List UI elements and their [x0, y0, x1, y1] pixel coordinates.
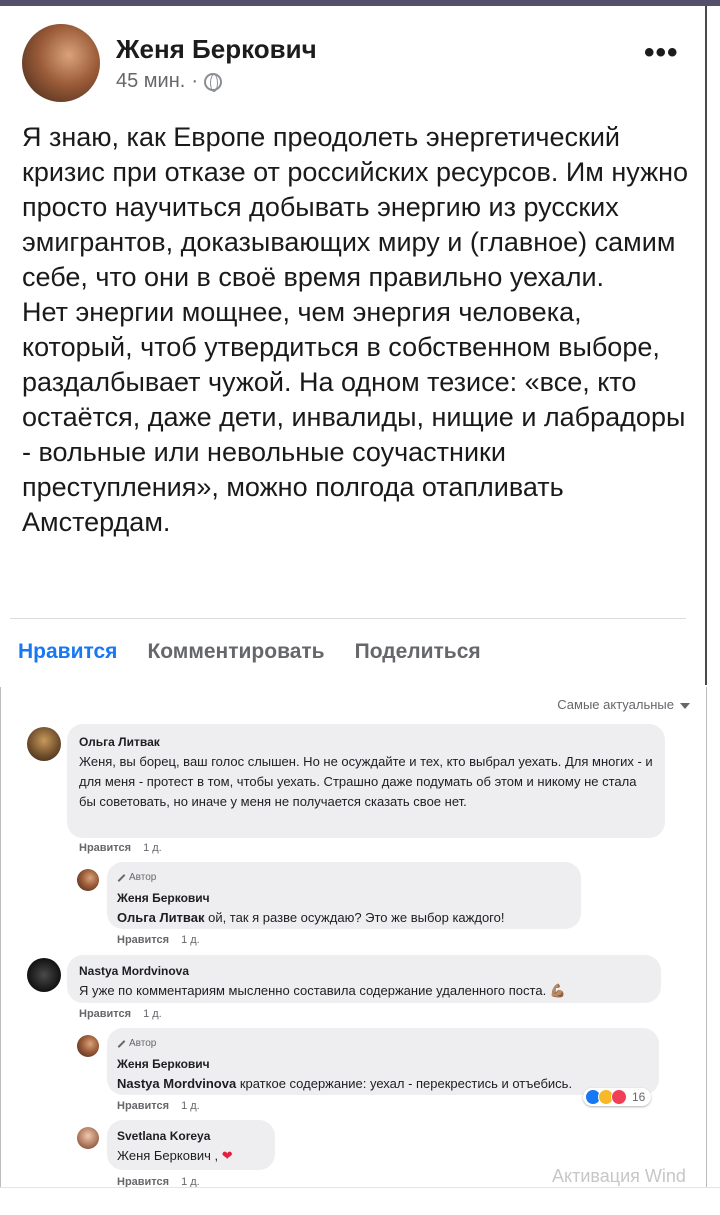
comment-author[interactable]: Ольга Литвак [79, 732, 653, 752]
comment-button[interactable]: Комментировать [147, 640, 324, 664]
comment-author[interactable]: Svetlana Koreya [117, 1126, 265, 1146]
comment-text-body: краткое содержание: уехал - перекрестись… [236, 1076, 573, 1091]
reply-bubble: Svetlana Koreya Женя Беркович , ❤ [107, 1120, 275, 1170]
avatar[interactable] [77, 1127, 99, 1149]
reactions-summary[interactable]: 16 [583, 1088, 652, 1106]
comment-like-button[interactable]: Нравится [79, 842, 131, 854]
comment-bubble: Ольга Литвак Женя, вы борец, ваш голос с… [67, 724, 665, 838]
mention-link[interactable]: Ольга Литвак [117, 910, 204, 925]
comment-text: Nastya Mordvinova краткое содержание: уе… [117, 1074, 649, 1094]
comment-like-button[interactable]: Нравится [117, 934, 169, 946]
comment-meta: Нравится 1 д. [117, 934, 200, 946]
reply-bubble: Автор Женя Беркович Nastya Mordvinova кр… [107, 1028, 659, 1095]
comment-text: Женя Беркович , ❤ [117, 1146, 265, 1166]
post-actions: Нравится Комментировать Поделиться [18, 640, 481, 664]
more-options-icon[interactable]: ••• [644, 36, 679, 70]
comment-bubble: Nastya Mordvinova Я уже по комментариям … [67, 955, 661, 1003]
mention-link[interactable]: Nastya Mordvinova [117, 1076, 236, 1091]
comment-age[interactable]: 1 д. [181, 934, 200, 946]
bottom-strip [0, 1187, 720, 1215]
comment-age[interactable]: 1 д. [181, 1100, 200, 1112]
post-paragraph: Я знаю, как Европе преодолеть энергетиче… [22, 122, 689, 292]
comment-text-body: , [210, 1148, 222, 1163]
comment-age[interactable]: 1 д. [143, 1008, 162, 1020]
comment-text-body: Я уже по комментариям мысленно составила… [79, 983, 547, 998]
comment-meta: Нравится 1 д. [117, 1100, 200, 1112]
share-button[interactable]: Поделиться [355, 640, 481, 664]
avatar[interactable] [27, 958, 61, 992]
comment-author[interactable]: Женя Беркович [117, 888, 571, 908]
like-button[interactable]: Нравится [18, 640, 117, 664]
comment-meta: Нравится 1 д. [79, 842, 162, 854]
globe-icon [204, 72, 222, 92]
reactions-count: 16 [632, 1090, 646, 1104]
activation-watermark: Активация Wind [552, 1166, 686, 1186]
post-paragraph: Нет энергии мощнее, чем энергия человека… [22, 297, 686, 537]
sort-label: Самые актуальные [557, 697, 674, 712]
comments-sort-dropdown[interactable]: Самые актуальные [557, 697, 690, 712]
comments-section: Самые актуальные Ольга Литвак Женя, вы б… [0, 687, 707, 1188]
post-time[interactable]: 45 мин. [116, 70, 185, 93]
mention-link[interactable]: Женя Беркович [117, 1148, 211, 1163]
chevron-down-icon [680, 702, 690, 709]
post-card: Женя Беркович 45 мин. · ••• Я знаю, как … [0, 6, 707, 685]
avatar[interactable] [77, 1035, 99, 1057]
meta-separator: · [191, 70, 198, 92]
heart-emoji: ❤ [221, 1148, 233, 1163]
post-meta: 45 мин. · [116, 70, 222, 93]
author-badge: Автор [117, 868, 571, 888]
pen-icon [117, 874, 126, 882]
comment-age[interactable]: 1 д. [143, 842, 162, 854]
pen-icon [117, 1040, 126, 1048]
reply-bubble: Автор Женя Беркович Ольга Литвак ой, так… [107, 862, 581, 929]
comment-author[interactable]: Nastya Mordvinova [79, 961, 649, 981]
avatar[interactable] [77, 869, 99, 891]
comment-like-button[interactable]: Нравится [117, 1100, 169, 1112]
author-badge-label: Автор [129, 872, 157, 883]
author-avatar[interactable] [22, 24, 100, 102]
comment-text: Ольга Литвак ой, так я разве осуждаю? Эт… [117, 908, 571, 928]
comment-text: Женя, вы борец, ваш голос слышен. Но не … [79, 754, 653, 809]
actions-divider [10, 618, 686, 619]
post-text: Я знаю, как Европе преодолеть энергетиче… [22, 120, 692, 540]
avatar[interactable] [27, 727, 61, 761]
author-badge: Автор [117, 1034, 649, 1054]
author-badge-label: Автор [129, 1038, 157, 1049]
comment-like-button[interactable]: Нравится [79, 1008, 131, 1020]
comment-author[interactable]: Женя Беркович [117, 1054, 649, 1074]
flexed-biceps-emoji: 💪🏽 [549, 983, 566, 998]
post-author-name[interactable]: Женя Беркович [116, 34, 317, 65]
comment-meta: Нравится 1 д. [79, 1008, 162, 1020]
comment-text-body: ой, так я разве осуждаю? Это же выбор ка… [204, 910, 505, 925]
love-reaction-icon [611, 1089, 627, 1105]
comment-text: Я уже по комментариям мысленно составила… [79, 981, 649, 1001]
